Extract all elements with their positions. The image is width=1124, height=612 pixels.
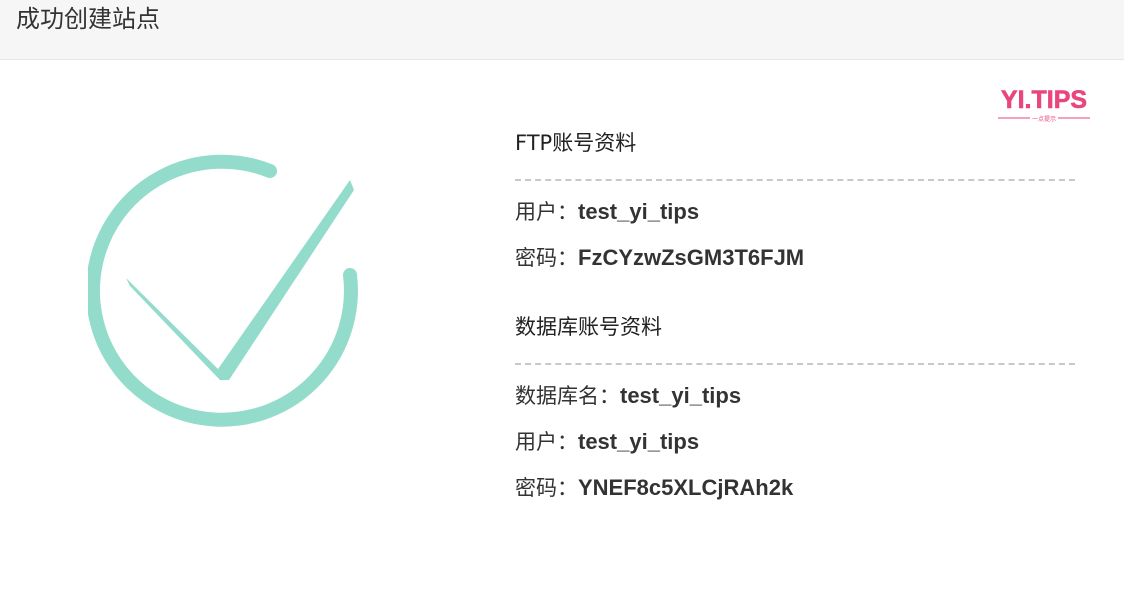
success-check-icon [85,150,368,430]
db-password-row: 密码：YNEF8c5XLCjRAh2k [515,473,1075,503]
ftp-heading: FTP账号资料 [515,131,637,155]
database-section: 数据库账号资料 数据库名：test_yi_tips 用户：test_yi_tip… [515,309,1075,503]
database-heading: 数据库账号资料 [515,315,662,339]
field-label: 用户： [515,200,578,224]
db-username-value: test_yi_tips [578,429,700,454]
field-label: 数据库名： [515,384,620,408]
field-label: 密码： [515,246,578,270]
watermark-subtext: 一点提示 [1032,115,1056,123]
ftp-password-row: 密码：FzCYzwZsGM3T6FJM [515,243,1075,273]
ftp-user-row: 用户：test_yi_tips [515,197,1075,227]
db-user-row: 用户：test_yi_tips [515,427,1075,457]
dialog-header: 成功创建站点 [0,0,1124,60]
watermark-text: YI.TIPS [1001,86,1087,114]
ftp-password-value: FzCYzwZsGM3T6FJM [578,245,805,270]
section-divider [515,179,1075,181]
ftp-section: FTP账号资料 用户：test_yi_tips 密码：FzCYzwZsGM3T6… [515,125,1075,273]
field-label: 密码： [515,476,578,500]
ftp-username-value: test_yi_tips [578,199,700,224]
db-password-value: YNEF8c5XLCjRAh2k [578,475,794,500]
db-name-value: test_yi_tips [620,383,742,408]
yi-tips-watermark-logo: YI.TIPS 一点提示 [994,86,1094,126]
account-info-panel: FTP账号资料 用户：test_yi_tips 密码：FzCYzwZsGM3T6… [515,125,1075,519]
field-label: 用户： [515,430,578,454]
db-name-row: 数据库名：test_yi_tips [515,381,1075,411]
dialog-title: 成功创建站点 [16,5,160,33]
section-divider [515,363,1075,365]
